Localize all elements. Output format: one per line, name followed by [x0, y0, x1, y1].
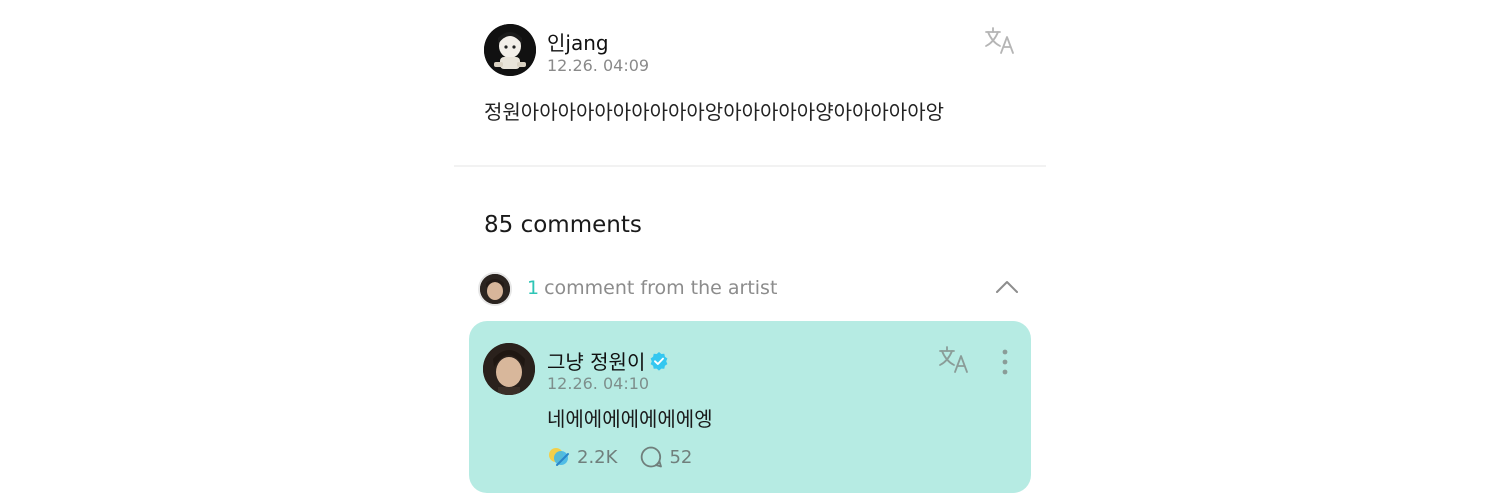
reply-button[interactable]: 52: [639, 445, 692, 469]
comment-bubble-icon: [641, 446, 663, 468]
artist-name-row: 그냥 정원이: [547, 346, 669, 375]
post-timestamp: 12.26. 04:09: [547, 56, 650, 75]
like-count: 2.2K: [577, 446, 618, 468]
verified-badge-icon: [650, 351, 668, 371]
translate-icon[interactable]: [938, 345, 972, 375]
more-vertical-icon[interactable]: [997, 347, 1013, 377]
reply-count: 52: [669, 446, 693, 468]
translate-icon[interactable]: [984, 26, 1018, 56]
chevron-up-icon[interactable]: [994, 276, 1020, 298]
artist-mini-avatar: [478, 272, 512, 306]
artist-name[interactable]: 그냥 정원이: [547, 346, 645, 375]
artist-comment-text: 네에에에에에에에엥: [547, 407, 713, 431]
artist-comment-timestamp: 12.26. 04:10: [547, 374, 650, 393]
section-divider: [454, 165, 1046, 167]
artist-comments-toggle[interactable]: 1 comment from the artist: [478, 270, 1024, 310]
artist-avatar[interactable]: [483, 343, 535, 395]
post-author-name[interactable]: 인jang: [547, 27, 609, 56]
reaction-icon: [549, 448, 569, 466]
artist-comments-label: 1 comment from the artist: [527, 277, 777, 299]
like-button[interactable]: 2.2K: [547, 445, 617, 469]
artist-comments-text: comment from the artist: [544, 277, 778, 299]
artist-comment-card: 그냥 정원이 12.26. 04:10 네에에에에에에에엥 2.2K 52: [469, 321, 1031, 493]
post-author-avatar[interactable]: [484, 24, 536, 76]
post-body-text: 정원아아아아아아아아아아앙아아아아아양아아아아아앙: [484, 100, 944, 124]
artist-comments-count: 1: [527, 277, 540, 299]
comments-count-heading: 85 comments: [484, 212, 642, 238]
comment-stats: 2.2K 52: [547, 443, 714, 471]
